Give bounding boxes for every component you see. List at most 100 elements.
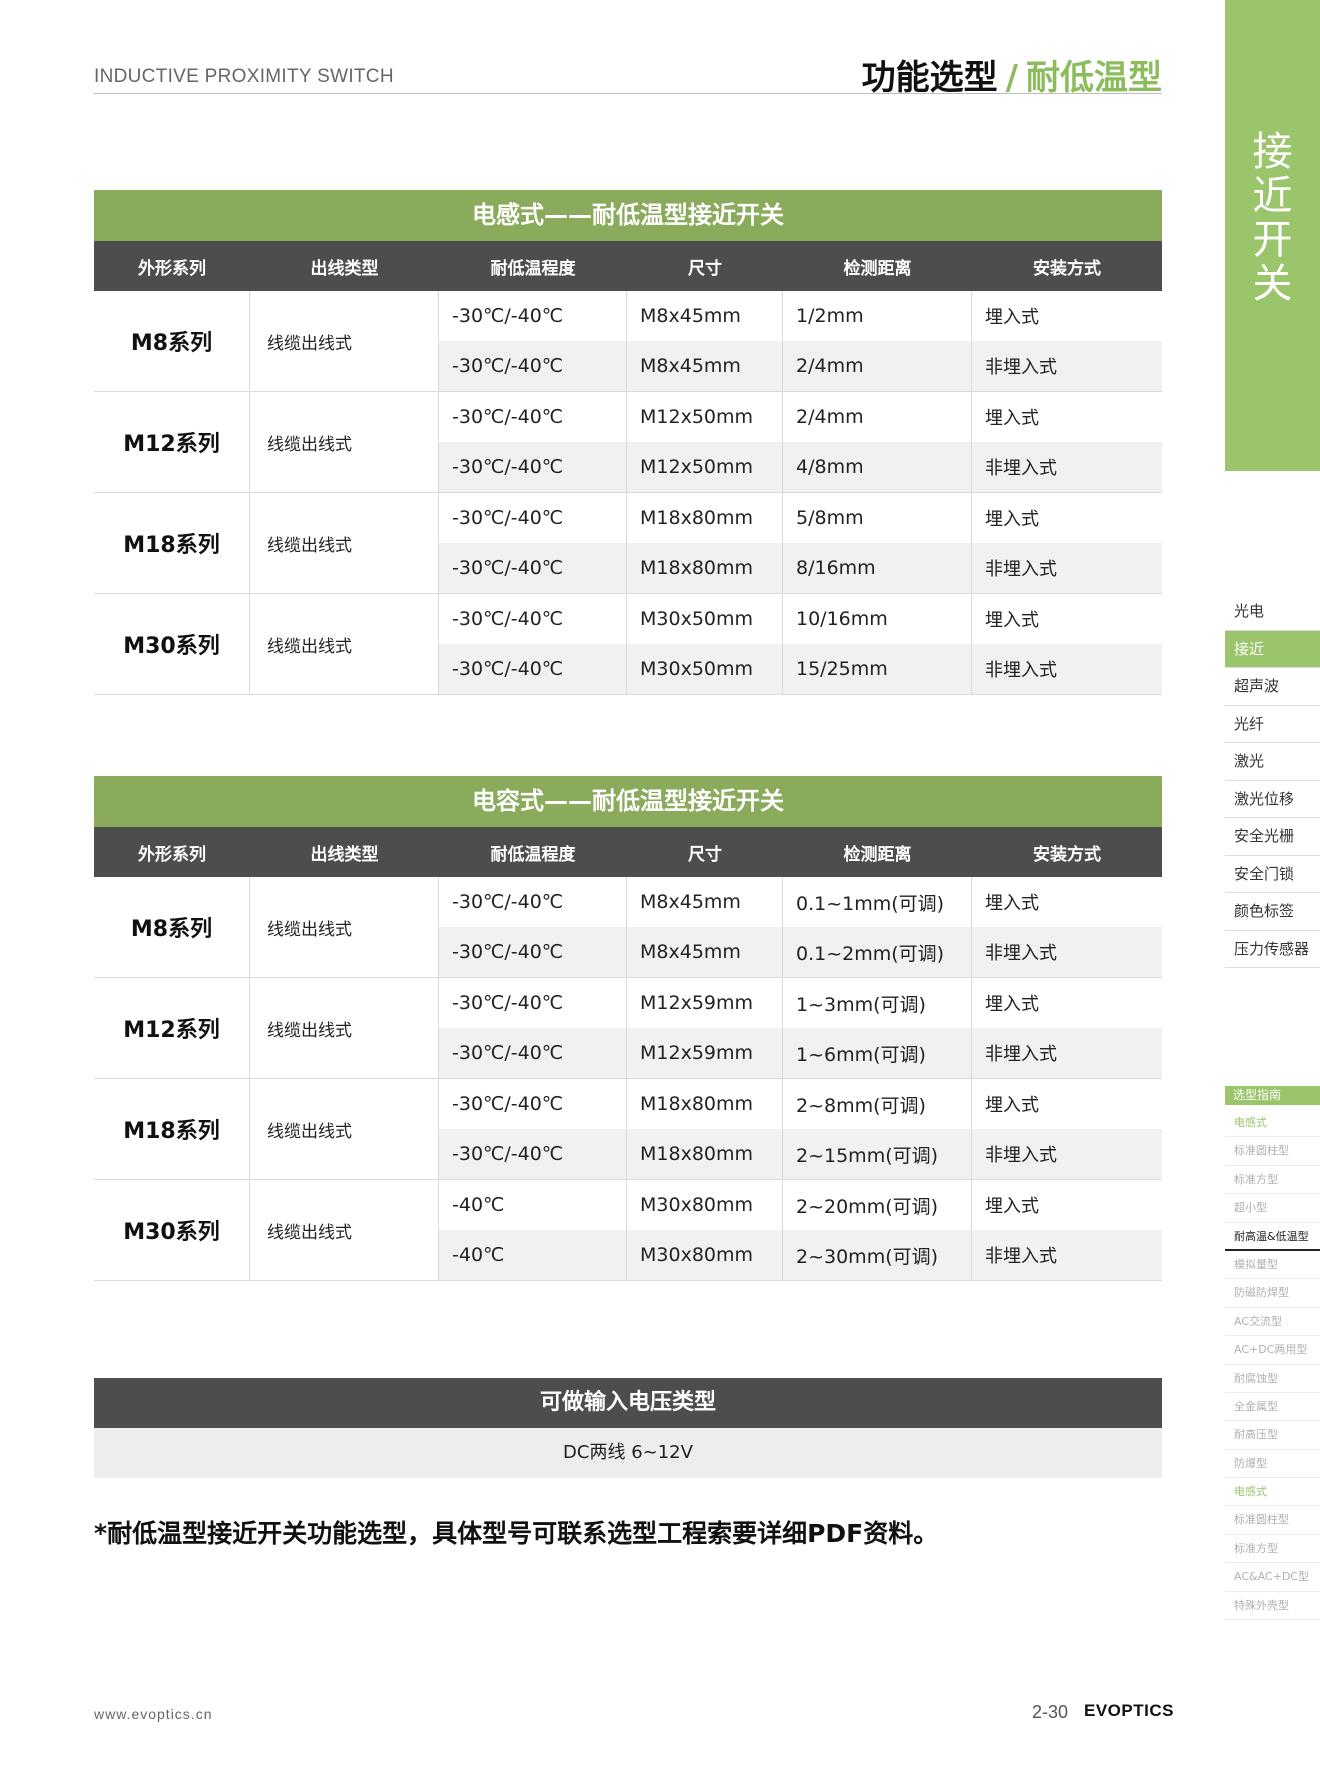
series-group: M30系列 线缆出线式 -30℃/-40℃ M30x50mm 10/16mm 埋入式 -30… <box>94 594 1162 695</box>
mount-cell: 非埋入式 <box>985 458 1057 479</box>
footer-website-link[interactable]: www.evoptics.cn <box>94 1706 212 1722</box>
guide-nav-item[interactable]: 防磁防焊型 <box>1225 1279 1320 1308</box>
side-label-char: 开 <box>1252 217 1293 263</box>
table-row: -40℃ M30x80mm 2~30mm(可调) 非埋入式 <box>439 1230 1162 1280</box>
wire-type-cell: 线缆出线式 <box>250 594 439 694</box>
category-nav-item[interactable]: 激光 <box>1225 743 1320 781</box>
size-cell: M30x50mm <box>627 594 783 644</box>
category-nav-item[interactable]: 光纤 <box>1225 706 1320 743</box>
guide-nav-item[interactable]: 标准圆柱型 <box>1225 1137 1320 1166</box>
temperature-cell: -30℃/-40℃ <box>439 877 627 927</box>
guide-nav-item[interactable]: 耐腐蚀型 <box>1225 1365 1320 1393</box>
wire-type-cell: 线缆出线式 <box>250 978 439 1078</box>
wire-type-cell: 线缆出线式 <box>250 493 439 593</box>
category-nav-item[interactable]: 超声波 <box>1225 668 1320 706</box>
mount-cell: 非埋入式 <box>985 660 1057 681</box>
temperature-cell: -30℃/-40℃ <box>439 493 627 543</box>
table-row: -30℃/-40℃ M30x50mm 10/16mm 埋入式 <box>439 594 1162 644</box>
wire-type-cell: 线缆出线式 <box>250 392 439 492</box>
temperature-cell: -40℃ <box>439 1230 627 1280</box>
mount-cell: 埋入式 <box>985 307 1039 328</box>
category-nav-item[interactable]: 颜色标签 <box>1225 893 1320 931</box>
table-row: -30℃/-40℃ M30x50mm 15/25mm 非埋入式 <box>439 644 1162 694</box>
wire-type-cell: 线缆出线式 <box>250 291 439 391</box>
temperature-cell: -40℃ <box>439 1180 627 1230</box>
temperature-cell: -30℃/-40℃ <box>439 1079 627 1129</box>
table-row: -30℃/-40℃ M12x50mm 4/8mm 非埋入式 <box>439 442 1162 492</box>
guide-nav-item[interactable]: 防爆型 <box>1225 1450 1320 1479</box>
temperature-cell: -30℃/-40℃ <box>439 978 627 1028</box>
guide-nav-item[interactable]: AC&AC+DC型 <box>1225 1563 1320 1592</box>
series-rows: -30℃/-40℃ M8x45mm 1/2mm 埋入式 -30℃/-40℃ M8x45mm… <box>439 291 1162 391</box>
distance-cell: 1~6mm(可调) <box>783 1028 972 1078</box>
distance-cell: 8/16mm <box>783 543 972 593</box>
column-header: 外形系列 <box>138 844 206 865</box>
category-nav-item[interactable]: 压力传感器 <box>1225 931 1320 968</box>
column-header: 耐低温程度 <box>490 258 576 279</box>
guide-nav-item[interactable]: 标准圆柱型 <box>1225 1506 1320 1535</box>
guide-nav-item[interactable]: 超小型 <box>1225 1194 1320 1223</box>
mount-cell: 埋入式 <box>985 610 1039 631</box>
table-row: -30℃/-40℃ M12x50mm 2/4mm 埋入式 <box>439 392 1162 442</box>
size-cell: M30x80mm <box>627 1230 783 1280</box>
temperature-cell: -30℃/-40℃ <box>439 543 627 593</box>
series-rows: -40℃ M30x80mm 2~20mm(可调) 埋入式 -40℃ M30x80mm 2~3… <box>439 1180 1162 1280</box>
table-row: -30℃/-40℃ M18x80mm 2~8mm(可调) 埋入式 <box>439 1079 1162 1129</box>
distance-cell: 5/8mm <box>783 493 972 543</box>
mount-cell: 非埋入式 <box>985 1246 1057 1267</box>
category-nav-item[interactable]: 接近 <box>1225 630 1320 668</box>
series-group: M30系列 线缆出线式 -40℃ M30x80mm 2~20mm(可调) 埋入式 -40℃ M… <box>94 1180 1162 1281</box>
column-header: 耐低温程度 <box>490 844 576 865</box>
wire-type-cell: 线缆出线式 <box>250 1079 439 1179</box>
category-nav-item[interactable]: 光电 <box>1225 593 1320 631</box>
guide-nav-item[interactable]: 耐高压型 <box>1225 1421 1320 1450</box>
category-nav-item[interactable]: 安全门锁 <box>1225 856 1320 893</box>
column-header: 检测距离 <box>843 844 912 865</box>
size-cell: M8x45mm <box>627 291 783 341</box>
category-nav-item[interactable]: 安全光栅 <box>1225 818 1320 856</box>
category-nav: 光电 接近 超声波 光纤 激光 激光位移 安全光栅 安全门锁 颜色标签 压力传感器 <box>1225 593 1320 968</box>
distance-cell: 4/8mm <box>783 442 972 492</box>
temperature-cell: -30℃/-40℃ <box>439 594 627 644</box>
series-group: M8系列 线缆出线式 -30℃/-40℃ M8x45mm 0.1~1mm(可调) 埋入式 -… <box>94 877 1162 978</box>
temperature-cell: -30℃/-40℃ <box>439 1028 627 1078</box>
table-header-row: 外形系列 出线类型 耐低温程度 尺寸 检测距离 安装方式 <box>94 827 1162 877</box>
guide-nav-item[interactable]: AC+DC两用型 <box>1225 1336 1320 1365</box>
series-rows: -30℃/-40℃ M18x80mm 5/8mm 埋入式 -30℃/-40℃ M18x80… <box>439 493 1162 593</box>
mount-cell: 埋入式 <box>985 1196 1039 1217</box>
brand-logo: EVOPTICS <box>1084 1701 1174 1720</box>
size-cell: M30x80mm <box>627 1180 783 1230</box>
guide-nav-item[interactable]: 特殊外壳型 <box>1225 1592 1320 1621</box>
category-nav-item[interactable]: 激光位移 <box>1225 781 1320 818</box>
guide-nav-item[interactable]: 全金属型 <box>1225 1393 1320 1422</box>
distance-cell: 2~20mm(可调) <box>783 1180 972 1230</box>
page-number: 2-30 <box>1032 1702 1069 1722</box>
distance-cell: 1/2mm <box>783 291 972 341</box>
table-row: -30℃/-40℃ M12x59mm 1~6mm(可调) 非埋入式 <box>439 1028 1162 1078</box>
mount-cell: 埋入式 <box>985 408 1039 429</box>
mount-cell: 非埋入式 <box>985 357 1057 378</box>
guide-nav-item[interactable]: 耐高温&低温型 <box>1225 1223 1320 1251</box>
footnote: *耐低温型接近开关功能选型，具体型号可联系选型工程索要详细PDF资料。 <box>94 1519 939 1548</box>
size-cell: M8x45mm <box>627 341 783 391</box>
distance-cell: 1~3mm(可调) <box>783 978 972 1028</box>
mount-cell: 埋入式 <box>985 994 1039 1015</box>
guide-nav-item[interactable]: 模拟量型 <box>1225 1251 1320 1280</box>
column-header: 尺寸 <box>688 258 722 279</box>
guide-nav-item[interactable]: 标准方型 <box>1225 1166 1320 1195</box>
table-row: -30℃/-40℃ M18x80mm 8/16mm 非埋入式 <box>439 543 1162 593</box>
temperature-cell: -30℃/-40℃ <box>439 291 627 341</box>
distance-cell: 15/25mm <box>783 644 972 694</box>
size-cell: M12x59mm <box>627 1028 783 1078</box>
guide-nav-item[interactable]: AC交流型 <box>1225 1308 1320 1337</box>
table-row: -30℃/-40℃ M8x45mm 1/2mm 埋入式 <box>439 291 1162 341</box>
guide-nav-item[interactable]: 标准方型 <box>1225 1535 1320 1564</box>
page-title-main: 功能选型 <box>861 58 998 98</box>
column-header: 外形系列 <box>138 258 206 279</box>
series-group: M12系列 线缆出线式 -30℃/-40℃ M12x50mm 2/4mm 埋入式 -30℃/… <box>94 392 1162 493</box>
guide-nav-category: 电感式 <box>1225 1478 1320 1507</box>
mount-cell: 非埋入式 <box>985 1145 1057 1166</box>
page-title: 功能选型 / 耐低温型 <box>862 50 1162 99</box>
size-cell: M18x80mm <box>627 543 783 593</box>
mount-cell: 埋入式 <box>985 509 1039 530</box>
